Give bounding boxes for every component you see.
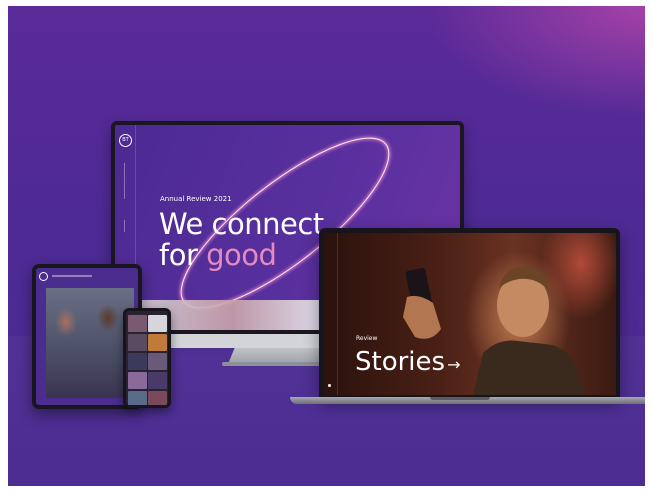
thumbnail xyxy=(128,391,147,405)
phone-screen xyxy=(126,311,168,405)
stories-heading[interactable]: Stories → xyxy=(355,347,460,377)
laptop-device: Review Stories → xyxy=(319,228,620,398)
thumbnail xyxy=(128,315,147,332)
review-label: Review xyxy=(356,335,378,342)
device-mockup-scene: BT Annual Review 2021 We connect for goo… xyxy=(8,6,645,486)
hand xyxy=(403,295,441,339)
headline-prefix: for xyxy=(159,238,207,272)
tablet-header-bar xyxy=(52,275,92,277)
annual-review-label: Annual Review 2021 xyxy=(160,195,232,203)
thumbnail xyxy=(128,334,147,351)
laptop-screen: Review Stories → xyxy=(323,233,616,395)
phone-device xyxy=(123,308,171,408)
person-silhouette xyxy=(473,340,585,395)
laptop-notch xyxy=(430,397,490,400)
headline-line-2: for good xyxy=(159,240,324,271)
thumbnail xyxy=(148,372,167,389)
image-frame: BT Annual Review 2021 We connect for goo… xyxy=(0,0,651,494)
rail-indicator xyxy=(328,384,331,387)
stories-label: Stories xyxy=(355,347,446,377)
headline-line-1: We connect xyxy=(159,207,324,241)
thumbnail xyxy=(148,334,167,351)
side-rail xyxy=(323,233,338,395)
thumbnail xyxy=(128,372,147,389)
headline-accent: good xyxy=(206,238,277,272)
people-photo xyxy=(46,288,134,398)
thumbnail xyxy=(128,353,147,370)
thumbnail xyxy=(148,391,167,405)
thumbnail xyxy=(148,353,167,370)
arrow-right-icon: → xyxy=(447,355,461,374)
hero-headline: We connect for good xyxy=(159,209,324,271)
thumbnail xyxy=(148,315,167,332)
tablet-logo xyxy=(39,272,48,281)
